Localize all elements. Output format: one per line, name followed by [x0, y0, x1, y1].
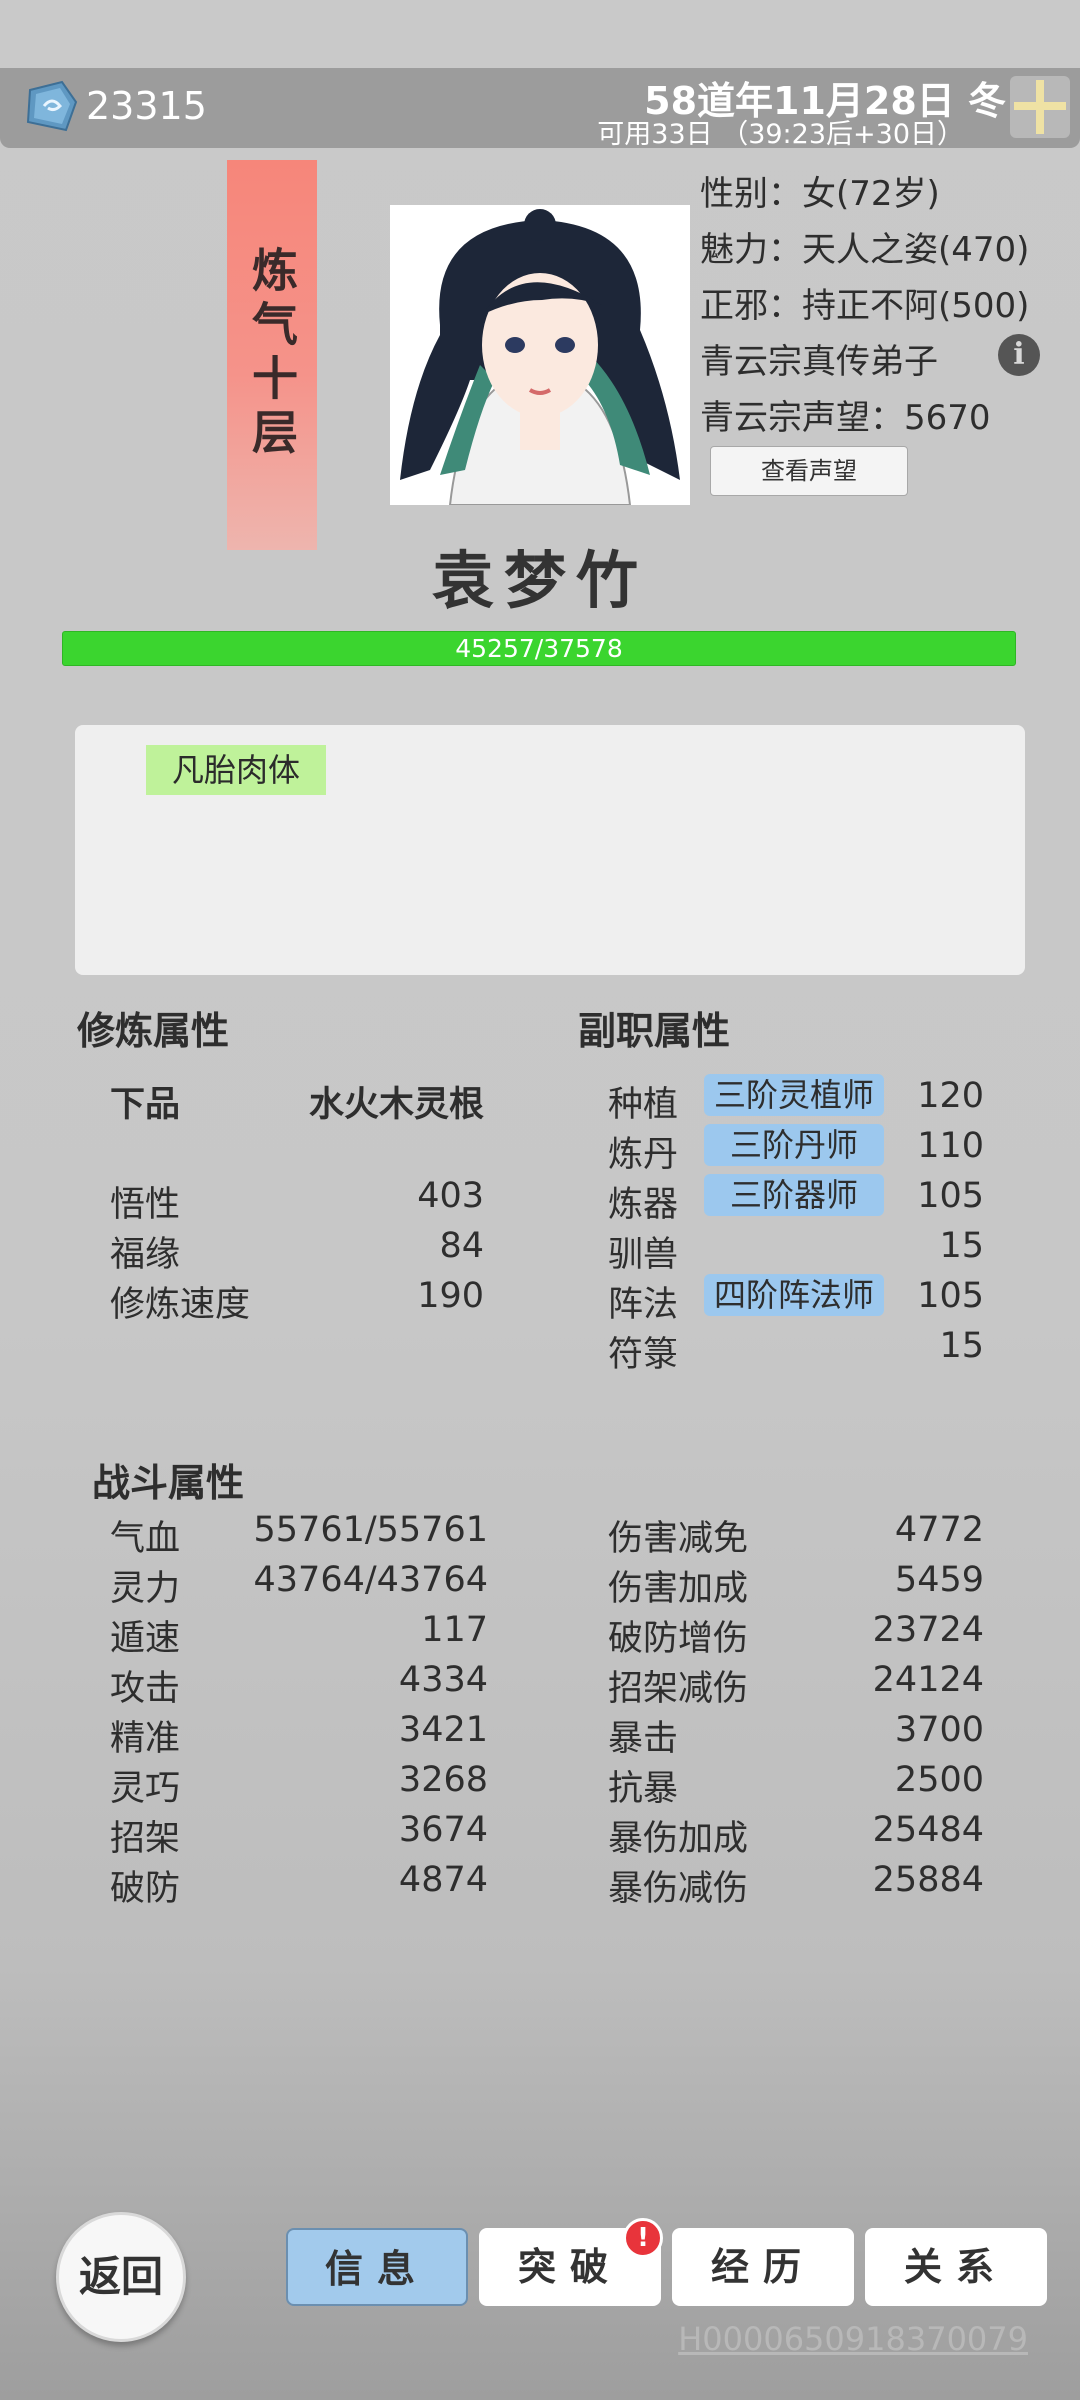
character-portrait: [390, 205, 690, 505]
exp-progress-text: 45257/37578: [455, 634, 623, 663]
profession-label: 种植: [608, 1085, 679, 1125]
info-icon[interactable]: i: [998, 334, 1040, 376]
spirit-root: 水火木灵根: [308, 1085, 484, 1125]
profession-value: 15: [939, 1326, 984, 1366]
combat-stat-label: 伤害减免: [608, 1519, 749, 1559]
stat-label: 福缘: [110, 1235, 181, 1275]
combat-stat-value: 55761/55761: [253, 1510, 488, 1550]
profession-value: 105: [917, 1276, 984, 1316]
back-button[interactable]: 返回: [56, 2212, 186, 2342]
combat-stat-label: 气血: [110, 1519, 181, 1559]
realm-banner: 炼气十层: [227, 160, 317, 550]
spirit-stone-icon: [22, 80, 80, 134]
profession-label: 符箓: [608, 1335, 679, 1375]
combat-stat-value: 23724: [872, 1610, 984, 1650]
combat-stat-label: 灵力: [110, 1569, 181, 1609]
combat-stat-value: 3268: [398, 1760, 488, 1800]
currency-count: 23315: [86, 84, 207, 128]
trait-tag[interactable]: 凡胎肉体: [146, 745, 326, 795]
stat-value: 190: [417, 1276, 484, 1316]
profession-badge: 四阶阵法师: [704, 1274, 884, 1316]
combat-stat-label: 招架减伤: [608, 1669, 749, 1709]
stat-label: 修炼速度: [110, 1285, 251, 1325]
gender-age: 性别：女(72岁): [700, 174, 940, 214]
available-days: 可用33日 （39:23后+30日）: [597, 119, 964, 150]
profession-title: 副职属性: [578, 1009, 731, 1053]
cultivation-title: 修炼属性: [77, 1009, 230, 1053]
alignment: 正邪：持正不阿(500): [700, 286, 1030, 326]
combat-stat-value: 3700: [894, 1710, 984, 1750]
combat-stat-value: 4334: [398, 1660, 488, 1700]
combat-stat-value: 43764/43764: [253, 1560, 488, 1600]
stat-value: 84: [439, 1226, 484, 1266]
combat-stat-value: 4874: [398, 1860, 488, 1900]
combat-stat-label: 遁速: [110, 1619, 181, 1659]
combat-stat-value: 117: [421, 1610, 488, 1650]
combat-stat-label: 抗暴: [608, 1769, 679, 1809]
profession-badge: 三阶丹师: [704, 1124, 884, 1166]
profession-label: 炼丹: [608, 1135, 679, 1175]
profession-value: 110: [917, 1126, 984, 1166]
combat-stat-label: 灵巧: [110, 1769, 181, 1809]
combat-stat-value: 25884: [872, 1860, 984, 1900]
combat-stat-value: 25484: [872, 1810, 984, 1850]
charm: 魅力：天人之姿(470): [700, 230, 1030, 270]
realm-label: 炼气十层: [245, 246, 299, 462]
combat-stat-label: 攻击: [110, 1669, 181, 1709]
sect-title: 青云宗真传弟子: [700, 342, 938, 382]
combat-stat-value: 24124: [872, 1660, 984, 1700]
combat-stat-label: 暴击: [608, 1719, 679, 1759]
profession-label: 阵法: [608, 1285, 679, 1325]
character-name: 袁梦竹: [431, 544, 648, 617]
profession-value: 15: [939, 1226, 984, 1266]
combat-stat-label: 精准: [110, 1719, 181, 1759]
combat-stat-value: 3674: [398, 1810, 488, 1850]
combat-stat-label: 招架: [110, 1819, 181, 1859]
combat-stat-label: 破防增伤: [608, 1619, 749, 1659]
plus-icon[interactable]: [1010, 76, 1070, 138]
tab-relations[interactable]: 关系: [865, 2228, 1047, 2306]
profession-badge: 三阶灵植师: [704, 1074, 884, 1116]
profession-badge: 三阶器师: [704, 1174, 884, 1216]
combat-stat-label: 暴伤减伤: [608, 1869, 749, 1909]
tab-history[interactable]: 经历: [672, 2228, 854, 2306]
combat-stat-label: 破防: [110, 1869, 181, 1909]
profession-value: 120: [917, 1076, 984, 1116]
tab-info[interactable]: 信息: [286, 2228, 468, 2306]
profession-label: 炼器: [608, 1185, 679, 1225]
user-id: H0000650918370079: [678, 2320, 1028, 2358]
root-grade: 下品: [110, 1085, 181, 1125]
combat-stat-value: 2500: [894, 1760, 984, 1800]
combat-stat-label: 伤害加成: [608, 1569, 749, 1609]
profession-value: 105: [917, 1176, 984, 1216]
view-reputation-button[interactable]: 查看声望: [710, 446, 908, 496]
combat-title: 战斗属性: [92, 1461, 245, 1505]
combat-stat-label: 暴伤加成: [608, 1819, 749, 1859]
profession-label: 驯兽: [608, 1235, 679, 1275]
alert-icon: !: [623, 2218, 663, 2258]
combat-stat-value: 4772: [894, 1510, 984, 1550]
combat-stat-value: 3421: [398, 1710, 488, 1750]
sect-reputation: 青云宗声望：5670: [700, 398, 991, 438]
stat-label: 悟性: [110, 1185, 181, 1225]
combat-stat-value: 5459: [894, 1560, 984, 1600]
stat-value: 403: [417, 1176, 484, 1216]
